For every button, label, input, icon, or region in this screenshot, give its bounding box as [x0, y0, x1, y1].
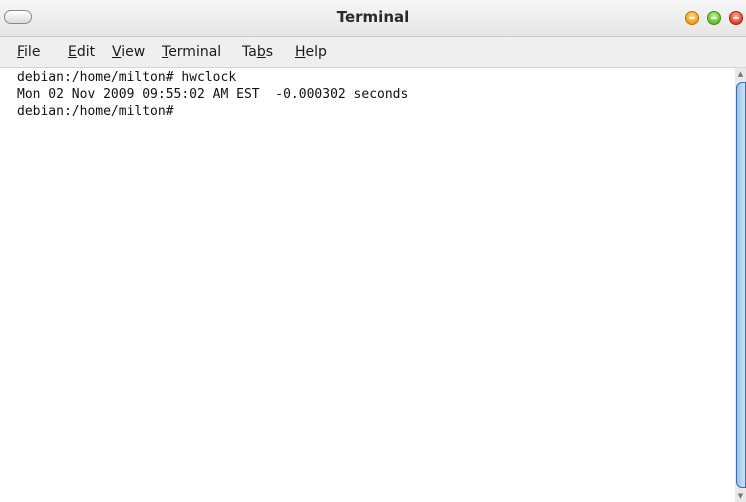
close-button[interactable] [729, 11, 743, 25]
mnemonic: b [256, 44, 266, 60]
menu-help[interactable]: Help [295, 44, 327, 60]
maximize-icon [711, 17, 717, 19]
menu-label: erminal [168, 44, 222, 60]
scroll-down-arrow-icon[interactable]: ▼ [735, 490, 746, 502]
menu-terminal[interactable]: Terminal [162, 44, 221, 60]
menu-label: Ta [242, 44, 257, 60]
menu-tabs[interactable]: Tabs [242, 44, 273, 60]
terminal-line: debian:/home/milton# [17, 104, 174, 119]
mnemonic: H [295, 44, 306, 60]
menu-file[interactable]: File [17, 44, 40, 60]
mnemonic: F [17, 44, 25, 60]
menu-edit[interactable]: Edit [68, 44, 95, 60]
scroll-up-arrow-icon[interactable]: ▲ [735, 68, 746, 80]
terminal-line: debian:/home/milton# hwclock [17, 70, 237, 85]
vertical-scrollbar[interactable]: ▲ ▼ [735, 68, 746, 502]
title-bar: Terminal [0, 0, 746, 37]
menu-label: iew [121, 44, 146, 60]
menu-label: dit [76, 44, 96, 60]
menu-bar: File Edit View Terminal Tabs Help [0, 37, 746, 68]
maximize-button[interactable] [707, 11, 721, 25]
scroll-thumb[interactable] [736, 82, 746, 488]
mnemonic: E [68, 44, 77, 60]
terminal-line: Mon 02 Nov 2009 09:55:02 AM EST -0.00030… [17, 87, 409, 102]
menu-label: elp [305, 44, 327, 60]
menu-label: ile [24, 44, 41, 60]
menu-label: s [265, 44, 274, 60]
menu-view[interactable]: View [112, 44, 145, 60]
window-title: Terminal [336, 8, 410, 26]
mnemonic: V [112, 44, 122, 60]
close-icon [733, 17, 739, 19]
minimize-button[interactable] [685, 11, 699, 25]
terminal-area[interactable]: debian:/home/milton# hwclock Mon 02 Nov … [0, 68, 735, 502]
minimize-icon [689, 17, 695, 19]
